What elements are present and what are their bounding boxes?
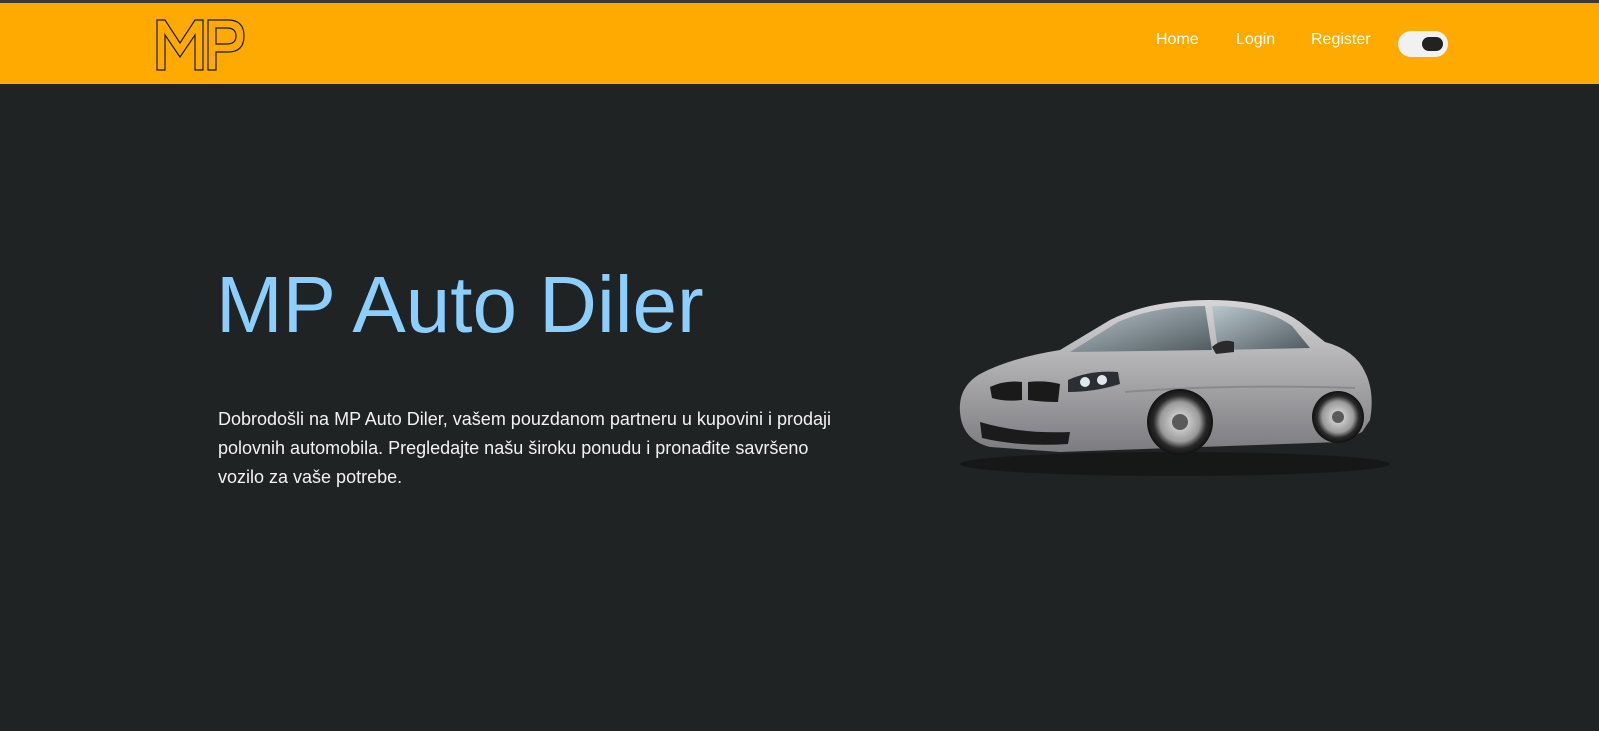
theme-toggle[interactable] (1398, 31, 1448, 57)
navbar: Home Login Register (0, 3, 1599, 84)
nav-home-link[interactable]: Home (1156, 31, 1199, 49)
car-image (959, 300, 1390, 476)
hero-title: MP Auto Diler (216, 260, 704, 349)
nav-register-link[interactable]: Register (1311, 31, 1371, 49)
mp-logo-icon[interactable] (156, 17, 246, 71)
hero-description: Dobrodošli na MP Auto Diler, vašem pouzd… (218, 409, 832, 487)
toggle-knob (1422, 37, 1443, 51)
nav-login-link[interactable]: Login (1236, 31, 1275, 49)
